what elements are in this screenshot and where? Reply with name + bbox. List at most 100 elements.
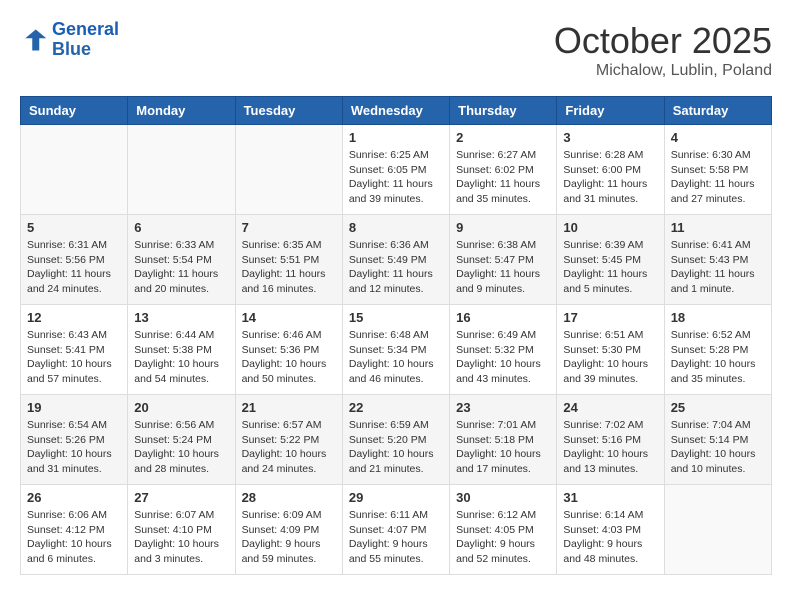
cell-content: Sunrise: 6:27 AM Sunset: 6:02 PM Dayligh… [456, 148, 550, 207]
day-number: 14 [242, 310, 336, 325]
calendar-cell: 27 Sunrise: 6:07 AM Sunset: 4:10 PM Dayli… [128, 485, 235, 575]
day-number: 23 [456, 400, 550, 415]
cell-content: Sunrise: 6:57 AM Sunset: 5:22 PM Dayligh… [242, 418, 336, 477]
logo-icon [20, 26, 48, 54]
day-number: 16 [456, 310, 550, 325]
day-number: 17 [563, 310, 657, 325]
day-number: 3 [563, 130, 657, 145]
calendar-cell: 2 Sunrise: 6:27 AM Sunset: 6:02 PM Daylig… [450, 125, 557, 215]
calendar-week-row: 19 Sunrise: 6:54 AM Sunset: 5:26 PM Dayli… [21, 395, 772, 485]
cell-content: Sunrise: 7:04 AM Sunset: 5:14 PM Dayligh… [671, 418, 765, 477]
weekday-header-wednesday: Wednesday [342, 97, 449, 125]
cell-content: Sunrise: 6:35 AM Sunset: 5:51 PM Dayligh… [242, 238, 336, 297]
day-number: 15 [349, 310, 443, 325]
day-number: 21 [242, 400, 336, 415]
cell-content: Sunrise: 7:01 AM Sunset: 5:18 PM Dayligh… [456, 418, 550, 477]
calendar-cell: 31 Sunrise: 6:14 AM Sunset: 4:03 PM Dayli… [557, 485, 664, 575]
calendar-week-row: 12Sunrise: 6:43 AM Sunset: 5:41 PM Dayli… [21, 305, 772, 395]
day-number: 8 [349, 220, 443, 235]
cell-content: Sunrise: 6:11 AM Sunset: 4:07 PM Dayligh… [349, 508, 443, 567]
day-number: 2 [456, 130, 550, 145]
calendar-cell: 19 Sunrise: 6:54 AM Sunset: 5:26 PM Dayli… [21, 395, 128, 485]
calendar-cell: 17 Sunrise: 6:51 AM Sunset: 5:30 PM Dayli… [557, 305, 664, 395]
cell-content: Sunrise: 6:31 AM Sunset: 5:56 PM Dayligh… [27, 238, 121, 297]
cell-content: Sunrise: 6:48 AM Sunset: 5:34 PM Dayligh… [349, 328, 443, 387]
calendar-cell: 4Sunrise: 6:30 AM Sunset: 5:58 PM Daylig… [664, 125, 771, 215]
logo: General Blue [20, 20, 119, 60]
calendar-cell: 1 Sunrise: 6:25 AM Sunset: 6:05 PM Daylig… [342, 125, 449, 215]
cell-content: Sunrise: 6:14 AM Sunset: 4:03 PM Dayligh… [563, 508, 657, 567]
weekday-header-row: SundayMondayTuesdayWednesdayThursdayFrid… [21, 97, 772, 125]
cell-content: Sunrise: 6:30 AM Sunset: 5:58 PM Dayligh… [671, 148, 765, 207]
day-number: 10 [563, 220, 657, 235]
calendar-cell: 29 Sunrise: 6:11 AM Sunset: 4:07 PM Dayli… [342, 485, 449, 575]
day-number: 29 [349, 490, 443, 505]
day-number: 18 [671, 310, 765, 325]
calendar-cell: 7 Sunrise: 6:35 AM Sunset: 5:51 PM Daylig… [235, 215, 342, 305]
day-number: 9 [456, 220, 550, 235]
calendar-cell [664, 485, 771, 575]
cell-content: Sunrise: 6:25 AM Sunset: 6:05 PM Dayligh… [349, 148, 443, 207]
calendar-table: SundayMondayTuesdayWednesdayThursdayFrid… [20, 96, 772, 575]
calendar-cell: 24Sunrise: 7:02 AM Sunset: 5:16 PM Dayli… [557, 395, 664, 485]
day-number: 11 [671, 220, 765, 235]
weekday-header-saturday: Saturday [664, 97, 771, 125]
cell-content: Sunrise: 6:52 AM Sunset: 5:28 PM Dayligh… [671, 328, 765, 387]
calendar-cell: 23 Sunrise: 7:01 AM Sunset: 5:18 PM Dayli… [450, 395, 557, 485]
logo-line1: General [52, 19, 119, 39]
day-number: 1 [349, 130, 443, 145]
day-number: 19 [27, 400, 121, 415]
logo-text: General Blue [52, 20, 119, 60]
day-number: 25 [671, 400, 765, 415]
calendar-week-row: 1 Sunrise: 6:25 AM Sunset: 6:05 PM Daylig… [21, 125, 772, 215]
day-number: 7 [242, 220, 336, 235]
cell-content: Sunrise: 6:54 AM Sunset: 5:26 PM Dayligh… [27, 418, 121, 477]
day-number: 30 [456, 490, 550, 505]
cell-content: Sunrise: 6:44 AM Sunset: 5:38 PM Dayligh… [134, 328, 228, 387]
calendar-week-row: 5Sunrise: 6:31 AM Sunset: 5:56 PM Daylig… [21, 215, 772, 305]
cell-content: Sunrise: 6:06 AM Sunset: 4:12 PM Dayligh… [27, 508, 121, 567]
cell-content: Sunrise: 6:56 AM Sunset: 5:24 PM Dayligh… [134, 418, 228, 477]
calendar-cell: 21 Sunrise: 6:57 AM Sunset: 5:22 PM Dayli… [235, 395, 342, 485]
title-block: October 2025 Michalow, Lublin, Poland [554, 20, 772, 80]
weekday-header-sunday: Sunday [21, 97, 128, 125]
weekday-header-friday: Friday [557, 97, 664, 125]
calendar-cell: 6Sunrise: 6:33 AM Sunset: 5:54 PM Daylig… [128, 215, 235, 305]
month-title: October 2025 [554, 20, 772, 62]
cell-content: Sunrise: 6:49 AM Sunset: 5:32 PM Dayligh… [456, 328, 550, 387]
calendar-cell: 20Sunrise: 6:56 AM Sunset: 5:24 PM Dayli… [128, 395, 235, 485]
cell-content: Sunrise: 7:02 AM Sunset: 5:16 PM Dayligh… [563, 418, 657, 477]
day-number: 12 [27, 310, 121, 325]
calendar-cell: 8 Sunrise: 6:36 AM Sunset: 5:49 PM Daylig… [342, 215, 449, 305]
cell-content: Sunrise: 6:09 AM Sunset: 4:09 PM Dayligh… [242, 508, 336, 567]
cell-content: Sunrise: 6:07 AM Sunset: 4:10 PM Dayligh… [134, 508, 228, 567]
calendar-cell: 5Sunrise: 6:31 AM Sunset: 5:56 PM Daylig… [21, 215, 128, 305]
day-number: 31 [563, 490, 657, 505]
calendar-cell: 9Sunrise: 6:38 AM Sunset: 5:47 PM Daylig… [450, 215, 557, 305]
cell-content: Sunrise: 6:28 AM Sunset: 6:00 PM Dayligh… [563, 148, 657, 207]
calendar-cell: 10 Sunrise: 6:39 AM Sunset: 5:45 PM Dayli… [557, 215, 664, 305]
calendar-cell: 16 Sunrise: 6:49 AM Sunset: 5:32 PM Dayli… [450, 305, 557, 395]
weekday-header-tuesday: Tuesday [235, 97, 342, 125]
cell-content: Sunrise: 6:39 AM Sunset: 5:45 PM Dayligh… [563, 238, 657, 297]
calendar-cell: 30 Sunrise: 6:12 AM Sunset: 4:05 PM Dayli… [450, 485, 557, 575]
day-number: 27 [134, 490, 228, 505]
calendar-cell: 18 Sunrise: 6:52 AM Sunset: 5:28 PM Dayli… [664, 305, 771, 395]
calendar-cell: 28 Sunrise: 6:09 AM Sunset: 4:09 PM Dayli… [235, 485, 342, 575]
day-number: 13 [134, 310, 228, 325]
calendar-cell: 14Sunrise: 6:46 AM Sunset: 5:36 PM Dayli… [235, 305, 342, 395]
cell-content: Sunrise: 6:36 AM Sunset: 5:49 PM Dayligh… [349, 238, 443, 297]
calendar-cell: 11 Sunrise: 6:41 AM Sunset: 5:43 PM Dayli… [664, 215, 771, 305]
calendar-cell: 3 Sunrise: 6:28 AM Sunset: 6:00 PM Daylig… [557, 125, 664, 215]
cell-content: Sunrise: 6:59 AM Sunset: 5:20 PM Dayligh… [349, 418, 443, 477]
logo-line2: Blue [52, 39, 91, 59]
calendar-cell: 26Sunrise: 6:06 AM Sunset: 4:12 PM Dayli… [21, 485, 128, 575]
cell-content: Sunrise: 6:51 AM Sunset: 5:30 PM Dayligh… [563, 328, 657, 387]
cell-content: Sunrise: 6:12 AM Sunset: 4:05 PM Dayligh… [456, 508, 550, 567]
calendar-cell [21, 125, 128, 215]
cell-content: Sunrise: 6:33 AM Sunset: 5:54 PM Dayligh… [134, 238, 228, 297]
day-number: 28 [242, 490, 336, 505]
page-header: General Blue October 2025 Michalow, Lubl… [20, 20, 772, 80]
cell-content: Sunrise: 6:41 AM Sunset: 5:43 PM Dayligh… [671, 238, 765, 297]
calendar-cell: 25 Sunrise: 7:04 AM Sunset: 5:14 PM Dayli… [664, 395, 771, 485]
